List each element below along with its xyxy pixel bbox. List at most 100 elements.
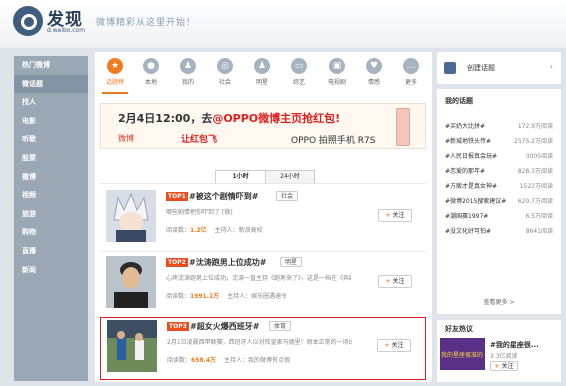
- sidebar-item-live[interactable]: 直播: [14, 242, 88, 261]
- tab-emotion[interactable]: ♥ 情感: [358, 56, 390, 92]
- tab-more[interactable]: … 更多: [395, 56, 427, 92]
- my-topic-count: 1522万阅读: [519, 183, 553, 190]
- friends-discussion-panel: 好友热议 我的星座很准的 #我的星座很... 3.3亿阅读 关注: [437, 320, 561, 382]
- tab-mine[interactable]: ♟ 我的: [172, 56, 204, 92]
- my-topic-name: #人民日报真会玩#: [445, 153, 498, 160]
- my-topic-count: 2575.2万阅读: [514, 138, 553, 145]
- my-topic-count: 172.9万阅读: [517, 123, 553, 130]
- category-label: 本地: [144, 79, 157, 86]
- host-label: 主持人：娱乐圈遇速令: [227, 293, 288, 300]
- heart-icon: ♥: [366, 58, 382, 74]
- banner-promo: OPPO 拍照手机 R7S: [291, 136, 376, 146]
- topic-thumbnail[interactable]: [106, 190, 156, 242]
- create-topic-button[interactable]: 创建话题 ›: [437, 52, 561, 84]
- tab-celebrity[interactable]: ♟ 明星: [246, 56, 278, 92]
- my-topic-name: #新城地铁头传#: [445, 138, 492, 145]
- tab-tv-drama[interactable]: ▣ 电视剧: [321, 56, 353, 92]
- follow-button[interactable]: 关注: [378, 275, 412, 288]
- topic-stats: 阅读数：1.2亿 主持人：新浪高校: [166, 225, 263, 234]
- sidebar-item-video[interactable]: 视频: [14, 186, 88, 205]
- divider: [100, 251, 426, 252]
- my-topic-item[interactable]: #没文化好可怕# 8641阅读: [445, 226, 553, 235]
- topic-title[interactable]: #沈涛跑男上位成功#: [189, 257, 266, 268]
- sidebar-item-movies[interactable]: 电影: [14, 112, 88, 131]
- user-icon: ♟: [180, 58, 196, 74]
- sidebar-item-weibo[interactable]: 微博: [14, 168, 88, 187]
- reads-count: 658.4万: [191, 357, 216, 364]
- tab-24-hours[interactable]: 24小时: [265, 171, 314, 183]
- my-topics-panel: 我的话题 #买奶大比拼# 172.9万阅读 #新城地铁头传# 2575.2万阅读 #…: [437, 89, 561, 314]
- banner-headline-text: 2月4日12:00，去: [118, 112, 213, 125]
- sidebar-item-news[interactable]: 新闻: [14, 261, 88, 280]
- friend-topic-image[interactable]: 我的星座很准的: [440, 338, 485, 370]
- my-topic-item[interactable]: #潮国赛1997# 6.5万阅读: [445, 211, 553, 220]
- my-topic-item[interactable]: #新城地铁头传# 2575.2万阅读: [445, 136, 553, 145]
- follow-button[interactable]: 关注: [490, 361, 518, 371]
- reads-count: 1.2亿: [190, 227, 207, 234]
- my-topic-name: #方贩才是真女神#: [445, 183, 498, 190]
- phone-image: [396, 108, 410, 146]
- follow-button[interactable]: 关注: [378, 209, 412, 222]
- tab-local[interactable]: ● 本地: [135, 56, 167, 92]
- topic-thumbnail[interactable]: [106, 256, 156, 308]
- category-label: 综艺: [292, 79, 305, 86]
- my-topic-count: 3005阅读: [525, 153, 553, 160]
- follow-button[interactable]: 关注: [377, 339, 411, 352]
- my-topic-item[interactable]: #方贩才是真女神# 1522万阅读: [445, 181, 553, 190]
- my-topic-item[interactable]: #微博2015搜索建议# 620.7万阅读: [445, 196, 553, 205]
- category-tag[interactable]: 社会: [276, 191, 299, 201]
- more-icon: …: [403, 58, 419, 74]
- my-topic-name: #买奶大比拼#: [445, 123, 486, 130]
- topic-stats: 阅读数：1991.1万 主持人：娱乐圈遇速令: [166, 291, 287, 300]
- my-topic-item[interactable]: #买奶大比拼# 172.9万阅读: [445, 121, 553, 130]
- my-topic-count: 620.7万阅读: [517, 198, 553, 205]
- topic-description: 心疼沈涛跑男上位成功，沈涛一直主持《跑男来了》，这是一档在《奔跑吧: [166, 275, 351, 282]
- tv-icon: ▭: [291, 58, 307, 74]
- friend-topic-image-text: 我的星座很准的: [441, 351, 483, 359]
- topic-title[interactable]: #被这个剧情吓到#: [189, 191, 258, 202]
- category-label: 话题榜: [105, 79, 124, 86]
- my-topic-item[interactable]: #恋爱的那年# 828.3万阅读: [445, 166, 553, 175]
- sidebar-item-hot-weibo[interactable]: 热门微博: [14, 56, 88, 75]
- chevron-right-icon: ›: [549, 62, 553, 71]
- my-topic-count: 6.5万阅读: [525, 213, 553, 220]
- tv-drama-icon: ▣: [329, 58, 345, 74]
- globe-icon: ◎: [217, 58, 233, 74]
- banner-headline-highlight: @OPPO微博主页抢红包!: [212, 112, 341, 125]
- sidebar-item-shopping[interactable]: 购物: [14, 223, 88, 242]
- reads-count: 1991.1万: [190, 293, 220, 300]
- sidebar-item-topics[interactable]: 微话题: [14, 74, 88, 94]
- reads-label: 阅读数：: [166, 227, 191, 234]
- sidebar-item-stocks[interactable]: 股票: [14, 149, 88, 168]
- tab-topic-ranking[interactable]: ★ 话题榜: [99, 56, 131, 94]
- my-topic-item[interactable]: #人民日报真会玩# 3005阅读: [445, 151, 553, 160]
- right-column: 创建话题 › 我的话题 #买奶大比拼# 172.9万阅读 #新城地铁头传# 2575…: [437, 52, 561, 382]
- topic-title[interactable]: #超女火爆西班牙#: [190, 321, 259, 332]
- friend-topic-title[interactable]: #我的星座很...: [490, 340, 539, 350]
- see-more-link[interactable]: 查看更多 >: [437, 297, 561, 306]
- tab-variety[interactable]: ▭ 综艺: [283, 56, 315, 92]
- rank-badge: TOP2: [166, 258, 188, 267]
- weibo-eye-logo-icon[interactable]: [13, 6, 43, 36]
- category-tag[interactable]: 体育: [269, 321, 292, 331]
- category-label: 明星: [255, 79, 268, 86]
- logo-subtitle: d.weibo.com: [47, 27, 86, 34]
- weibo-brand-logo: 微博: [118, 134, 134, 143]
- banner-headline: 2月4日12:00，去@OPPO微博主页抢红包!: [118, 110, 340, 126]
- location-icon: ●: [143, 58, 159, 74]
- reads-label: 阅读数：: [166, 293, 191, 300]
- ad-banner[interactable]: 2月4日12:00，去@OPPO微博主页抢红包! 微博 让红包飞 OPPO 拍照…: [100, 103, 426, 149]
- category-nav: ★ 话题榜 ● 本地 ♟ 我的 ◎ 社会 ♟ 明星 ▭ 综艺 ▣ 电视剧 ♥ 情: [95, 56, 432, 94]
- sidebar-item-find-people[interactable]: 找人: [14, 93, 88, 112]
- topic-stats: 阅读数：658.4万 主持人：我的微博有点假: [167, 355, 290, 364]
- sidebar-item-travel[interactable]: 旅游: [14, 205, 88, 224]
- category-tag[interactable]: 明星: [280, 257, 303, 267]
- topic-thumbnail[interactable]: [107, 320, 157, 372]
- tab-1-hour[interactable]: 1小时: [216, 171, 265, 183]
- category-label: 情感: [367, 79, 380, 86]
- host-label: 主持人：新浪高校: [214, 227, 263, 234]
- tab-society[interactable]: ◎ 社会: [209, 56, 241, 92]
- sidebar-item-music[interactable]: 听歌: [14, 130, 88, 149]
- topic-description: 哪些剧情把你吓到了 [微]: [166, 209, 233, 216]
- topic-row-highlighted: TOP3 #超女火爆西班牙# 体育 2月1日凌晨西甲联赛，西班牙人以对阵皇家马德…: [100, 317, 426, 380]
